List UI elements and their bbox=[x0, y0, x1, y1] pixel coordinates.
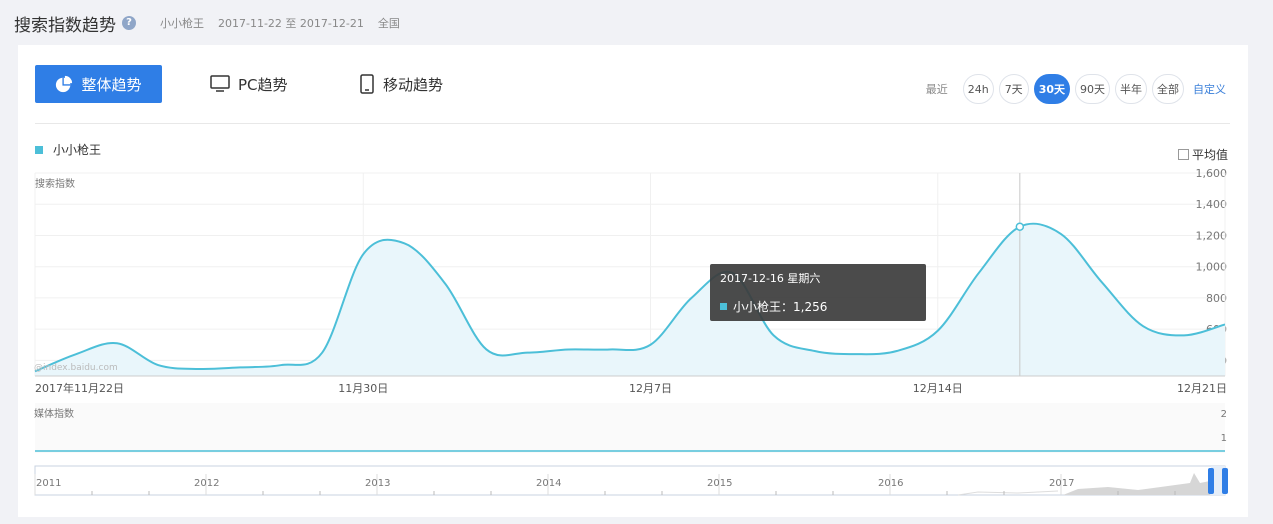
x-tick-label: 12月21日 bbox=[1177, 382, 1227, 395]
region-label: 全国 bbox=[377, 17, 400, 30]
timeline-handle-left bbox=[1208, 468, 1214, 494]
timeline-year-label: 2015 bbox=[707, 478, 732, 489]
tooltip-date: 2017-12-16 星期六 bbox=[720, 272, 821, 285]
timeline-year-label: 2012 bbox=[194, 478, 219, 489]
series-area bbox=[35, 223, 1225, 376]
date-range: 2017-11-22 至 2017-12-21 bbox=[218, 17, 364, 30]
y-tick-label: 1,600 bbox=[1196, 167, 1228, 180]
y-tick-label: 800 bbox=[1206, 292, 1227, 305]
y-tick-label: 1,200 bbox=[1196, 229, 1228, 242]
media-index-strip bbox=[35, 403, 1225, 453]
tooltip-swatch bbox=[720, 303, 727, 310]
timeline-year-label: 2014 bbox=[536, 478, 561, 489]
timeline-handle-right bbox=[1222, 468, 1228, 494]
timeline-year-label: 2013 bbox=[365, 478, 390, 489]
x-tick-label: 11月30日 bbox=[338, 382, 388, 395]
trend-panel: 整体趋势 PC趋势 移动趋势 最近 24h 7天 30天 90天 半年 全部 自… bbox=[18, 45, 1248, 517]
media-index-title: 媒体指数 bbox=[34, 409, 74, 420]
header: 搜索指数趋势 ? 小小枪王 2017-11-22 至 2017-12-21 全国 bbox=[14, 8, 414, 38]
watermark: @index.baidu.com bbox=[34, 363, 118, 373]
x-tick-label: 2017年11月22日 bbox=[35, 381, 124, 395]
chart-tooltip: 2017-12-16 星期六 小小枪王：1,256 bbox=[710, 264, 926, 321]
tooltip-value: 小小枪王：1,256 bbox=[733, 300, 828, 314]
help-icon[interactable]: ? bbox=[122, 16, 136, 30]
media-y-tick-label: 2 bbox=[1221, 409, 1227, 420]
keyword-label: 小小枪王 bbox=[160, 17, 204, 30]
search-index-chart[interactable]: 4006008001,0001,2001,4001,6002017年11月22日… bbox=[18, 45, 1248, 517]
page-title: 搜索指数趋势 bbox=[14, 15, 116, 36]
timeline-year-label: 2017 bbox=[1049, 478, 1074, 489]
media-y-tick-label: 1 bbox=[1221, 433, 1227, 444]
hover-point-marker bbox=[1015, 222, 1025, 231]
timeline-year-label: 2016 bbox=[878, 478, 903, 489]
timeline-year-label: 2011 bbox=[36, 478, 61, 489]
y-tick-label: 1,400 bbox=[1196, 198, 1228, 211]
x-tick-label: 12月7日 bbox=[629, 382, 672, 395]
x-tick-label: 12月14日 bbox=[913, 382, 963, 395]
y-tick-label: 1,000 bbox=[1196, 261, 1228, 274]
